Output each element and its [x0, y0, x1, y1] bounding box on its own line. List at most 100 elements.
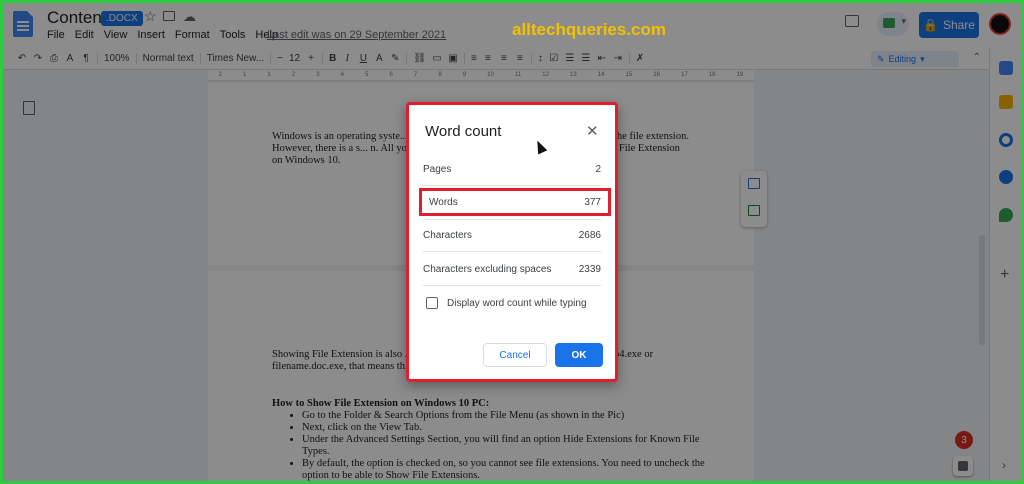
menu-insert[interactable]: Insert: [137, 29, 165, 41]
share-label: Share: [942, 18, 975, 32]
link-icon[interactable]: ⛓: [406, 53, 426, 64]
floating-comment-toolbar: [741, 171, 767, 227]
ruler-tick-label: 1: [242, 72, 247, 78]
formatting-toolbar: ↶ ↷ ⎙ A ¶ 100% Normal text Times New... …: [3, 48, 1021, 70]
suggest-edit-icon[interactable]: [748, 205, 760, 216]
pages-label: Pages: [423, 163, 452, 175]
document-title[interactable]: Content: [47, 8, 107, 28]
comment-history-icon[interactable]: [845, 15, 859, 27]
font-size-increase-icon[interactable]: +: [306, 53, 316, 64]
chevron-up-icon[interactable]: ⌃: [973, 52, 981, 63]
zoom-select[interactable]: 100%: [97, 53, 130, 64]
word-count-dialog: Word count ✕ Pages 2 Words 377 Character…: [406, 102, 618, 382]
section-heading: How to Show File Extension on Windows 10…: [272, 398, 490, 409]
word-count-checkbox[interactable]: [426, 297, 438, 309]
font-size-field[interactable]: 12: [289, 53, 300, 64]
lock-icon: 🔒: [923, 18, 938, 32]
ruler-tick-label: 2: [218, 72, 222, 78]
close-icon[interactable]: ✕: [586, 122, 599, 140]
style-select[interactable]: Normal text: [135, 53, 194, 64]
add-comment-icon[interactable]: [748, 178, 760, 189]
avatar[interactable]: [989, 13, 1011, 35]
checkbox-label: Display word count while typing: [447, 297, 587, 309]
sheets-icon[interactable]: [999, 61, 1013, 75]
menu-file[interactable]: File: [47, 29, 65, 41]
tasks-icon[interactable]: [999, 133, 1013, 147]
decrease-indent-icon[interactable]: ⇤: [597, 53, 607, 64]
document-outline-icon[interactable]: [23, 101, 35, 115]
divider: [423, 285, 601, 286]
maps-icon[interactable]: [999, 208, 1013, 222]
ruler-tick-label: 1: [267, 72, 271, 78]
highlight-icon[interactable]: ✎: [390, 53, 400, 64]
contacts-icon[interactable]: [999, 170, 1013, 184]
divider: [423, 251, 601, 252]
ruler-tick-label: 14: [597, 72, 605, 78]
redo-icon[interactable]: ↷: [33, 53, 43, 64]
spellcheck-icon[interactable]: A: [65, 53, 75, 64]
clear-formatting-icon[interactable]: ✗: [628, 53, 644, 64]
last-edit-link[interactable]: Last edit was on 29 September 2021: [267, 29, 446, 41]
pages-row: Pages 2: [423, 157, 601, 181]
cloud-status-icon[interactable]: ☁: [183, 9, 196, 25]
editing-mode-select[interactable]: ✎ Editing ▾: [871, 51, 959, 67]
numbered-list-icon[interactable]: ☰: [581, 53, 591, 64]
cancel-button[interactable]: Cancel: [483, 343, 547, 367]
star-icon[interactable]: ☆: [144, 8, 157, 25]
text-color-icon[interactable]: A: [374, 53, 384, 64]
share-button[interactable]: 🔒 Share: [919, 12, 979, 38]
docs-logo-icon[interactable]: [13, 11, 33, 37]
notification-badge[interactable]: 3: [955, 431, 973, 449]
menu-format[interactable]: Format: [175, 29, 210, 41]
menu-bar: File Edit View Insert Format Tools Help: [47, 29, 278, 41]
menu-tools[interactable]: Tools: [220, 29, 246, 41]
characters-value: 2686: [578, 229, 601, 241]
characters-label: Characters: [423, 229, 472, 241]
scrollbar[interactable]: [979, 235, 985, 345]
increase-indent-icon[interactable]: ⇥: [613, 53, 623, 64]
words-label: Words: [429, 196, 458, 208]
paint-format-icon[interactable]: ¶: [81, 53, 91, 64]
add-on-plus-icon[interactable]: +: [1000, 266, 1009, 284]
ruler[interactable]: 2 1 1 2 3 4 5 6 7 8 9 10 11 12 13 14 15 16 17 18 19: [208, 70, 754, 81]
undo-icon[interactable]: ↶: [17, 53, 27, 64]
bold-icon[interactable]: B: [322, 53, 336, 64]
ruler-tick-label: 13: [570, 72, 577, 78]
meet-button[interactable]: [877, 12, 909, 36]
print-icon[interactable]: ⎙: [49, 53, 59, 64]
insert-comment-icon[interactable]: ▭: [432, 53, 442, 64]
ruler-tick-label: 7: [413, 72, 418, 78]
ruler-tick-label: 12: [542, 72, 549, 78]
chevron-right-icon[interactable]: ›: [1002, 458, 1006, 472]
ruler-tick-label: 2: [291, 72, 296, 78]
ruler-tick-label: 3: [316, 72, 320, 78]
menu-edit[interactable]: Edit: [75, 29, 94, 41]
list-item: Go to the Folder & Search Options from t…: [302, 410, 708, 422]
ruler-tick-label: 8: [438, 72, 442, 78]
words-row: Words 377: [419, 188, 611, 216]
font-size-decrease-icon[interactable]: −: [270, 53, 283, 64]
line-spacing-icon[interactable]: ↕: [530, 53, 543, 64]
font-select[interactable]: Times New...: [199, 53, 264, 64]
underline-icon[interactable]: U: [358, 53, 368, 64]
ok-button[interactable]: OK: [555, 343, 603, 367]
watermark: alltechqueries.com: [512, 20, 667, 39]
side-panel-rail: + ›: [989, 48, 1021, 481]
keep-icon[interactable]: [999, 95, 1013, 109]
list-item: By default, the option is checked on, so…: [302, 458, 708, 481]
docs-window: Content .DOCX ☆ ☁ File Edit View Insert …: [3, 3, 1021, 481]
explore-icon[interactable]: [953, 456, 973, 476]
bulleted-list-icon[interactable]: ☰: [565, 53, 575, 64]
align-right-icon[interactable]: ≡: [499, 53, 509, 64]
checklist-icon[interactable]: ☑: [549, 53, 559, 64]
dialog-title: Word count: [425, 123, 502, 140]
align-center-icon[interactable]: ≡: [483, 53, 493, 64]
justify-icon[interactable]: ≡: [515, 53, 525, 64]
italic-icon[interactable]: I: [342, 53, 352, 64]
word-count-while-typing-option[interactable]: Display word count while typing: [426, 297, 587, 309]
menu-view[interactable]: View: [104, 29, 128, 41]
move-folder-icon[interactable]: [163, 11, 175, 21]
insert-image-icon[interactable]: ▣: [448, 53, 458, 64]
ruler-tick-label: 16: [653, 72, 660, 78]
align-left-icon[interactable]: ≡: [464, 53, 477, 64]
